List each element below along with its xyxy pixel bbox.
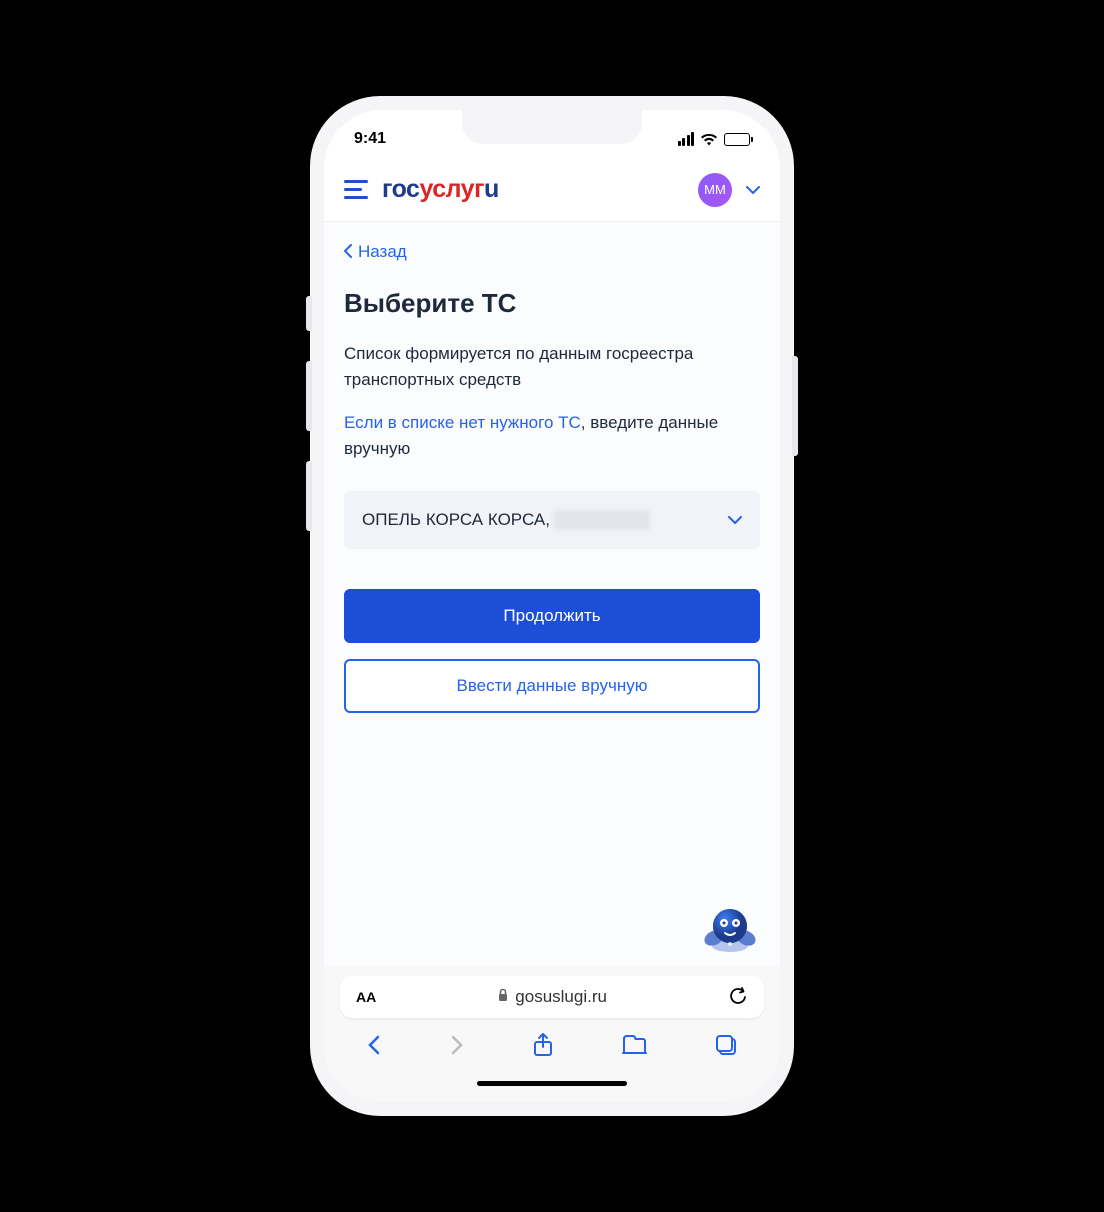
phone-frame: 9:41 госуслугu ММ — [310, 96, 794, 1116]
status-time: 9:41 — [354, 130, 386, 148]
phone-side-button-right — [792, 356, 798, 456]
page-title: Выберите ТС — [344, 288, 760, 319]
page-description: Список формируется по данным госреестра … — [344, 341, 760, 392]
lock-icon — [497, 987, 509, 1007]
back-link[interactable]: Назад — [344, 242, 760, 262]
wifi-icon — [700, 133, 718, 146]
browser-toolbar — [340, 1018, 764, 1081]
logo[interactable]: госуслугu — [382, 175, 684, 204]
url-bar[interactable]: AA gosuslugi.ru — [340, 976, 764, 1018]
continue-button[interactable]: Продолжить — [344, 589, 760, 643]
hint-text: Если в списке нет нужного ТС, введите да… — [344, 410, 760, 461]
cellular-signal-icon — [678, 132, 695, 146]
phone-notch — [462, 110, 642, 144]
app-header: госуслугu ММ — [324, 158, 780, 222]
home-indicator[interactable] — [477, 1081, 627, 1086]
url-display: gosuslugi.ru — [497, 987, 607, 1007]
phone-side-buttons-left — [306, 296, 312, 561]
back-label: Назад — [358, 242, 407, 262]
battery-icon — [724, 133, 750, 146]
main-content: Назад Выберите ТС Список формируется по … — [324, 222, 780, 966]
browser-chrome: AA gosuslugi.ru — [324, 966, 780, 1102]
redacted-text — [554, 510, 650, 530]
menu-icon[interactable] — [344, 180, 368, 199]
browser-back-icon[interactable] — [366, 1033, 382, 1062]
hint-link[interactable]: Если в списке нет нужного ТС — [344, 413, 581, 432]
reload-icon[interactable] — [728, 987, 748, 1007]
text-size-button[interactable]: AA — [356, 989, 376, 1005]
tabs-icon[interactable] — [714, 1033, 738, 1062]
chevron-down-icon — [728, 511, 742, 529]
bookmarks-icon[interactable] — [621, 1034, 647, 1061]
vehicle-select[interactable]: ОПЕЛЬ КОРСА КОРСА, — [344, 491, 760, 549]
select-value: ОПЕЛЬ КОРСА КОРСА, — [362, 510, 650, 530]
mascot-icon[interactable] — [700, 896, 760, 956]
chevron-down-icon[interactable] — [746, 181, 760, 199]
avatar[interactable]: ММ — [698, 173, 732, 207]
chevron-left-icon — [344, 244, 352, 261]
share-icon[interactable] — [532, 1032, 554, 1063]
manual-entry-button[interactable]: Ввести данные вручную — [344, 659, 760, 713]
browser-forward-icon[interactable] — [449, 1033, 465, 1062]
